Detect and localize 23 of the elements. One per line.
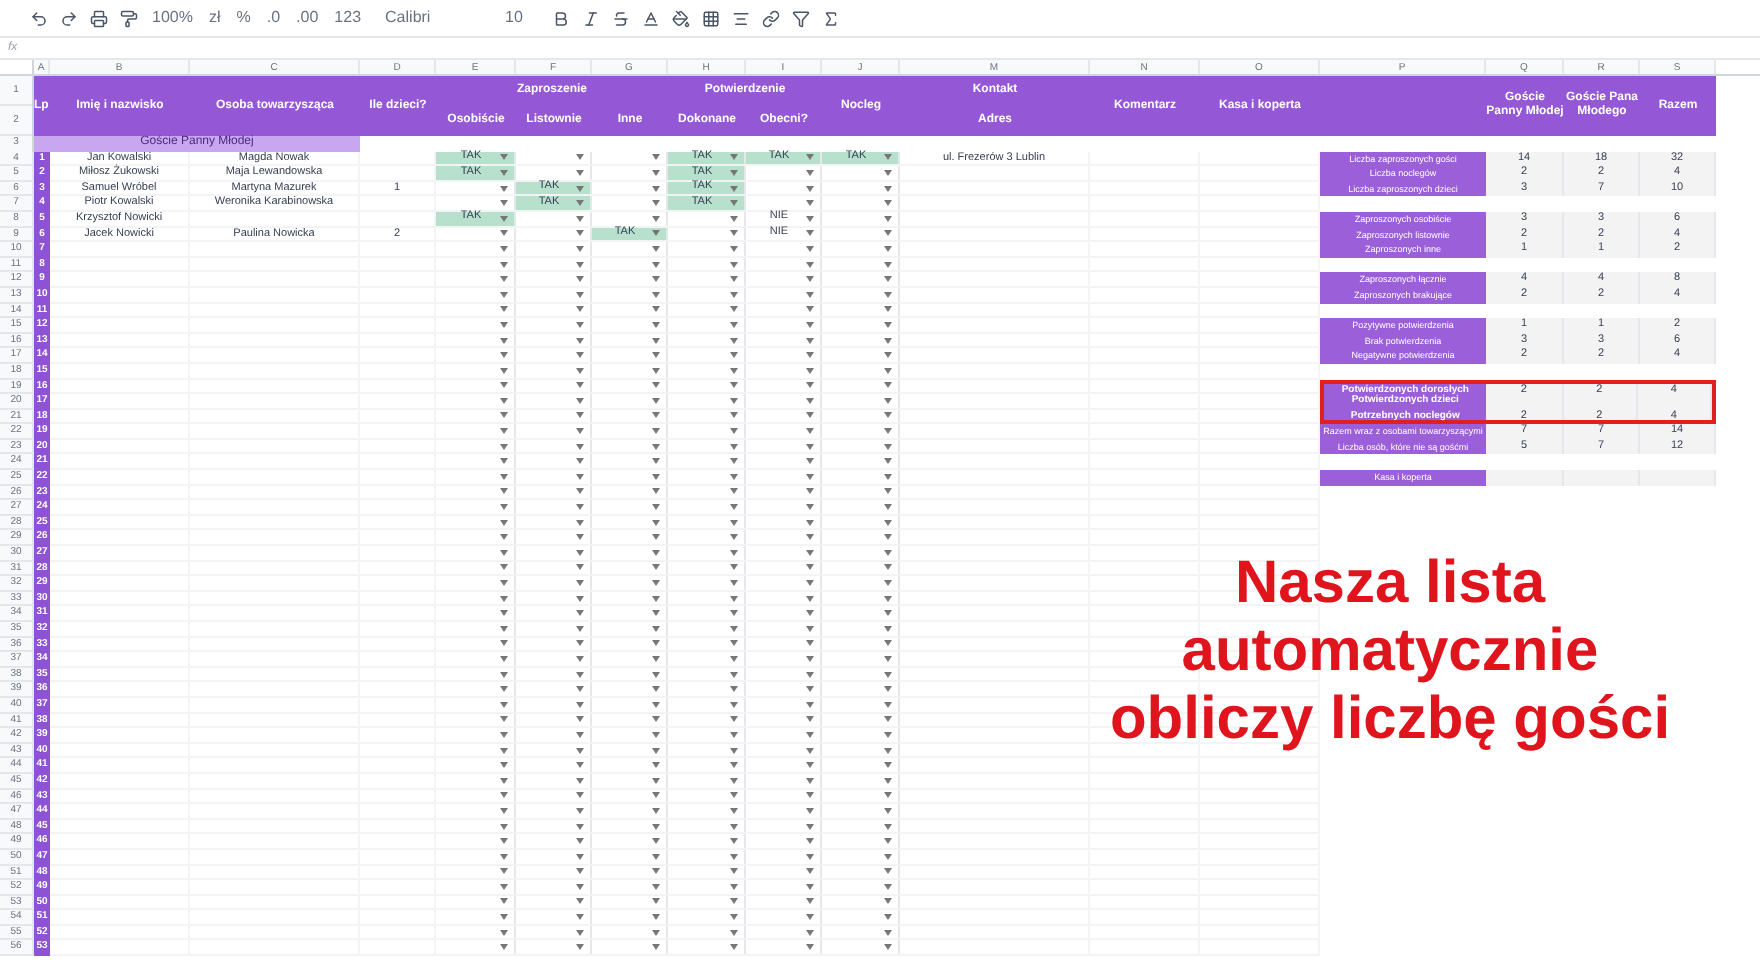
percent-button[interactable]: % [228,6,259,30]
format-select[interactable]: 123 [326,6,370,30]
print-icon[interactable] [90,9,108,27]
caption-text: Nasza lista automatycznie obliczy liczbę gości [1107,550,1673,754]
borders-icon[interactable] [701,9,720,27]
decrease-decimals-button[interactable]: .0 [258,6,289,30]
filter-icon[interactable] [791,9,810,27]
font-select[interactable]: Calibri [369,6,490,30]
link-icon[interactable] [761,9,780,27]
increase-decimals-button[interactable]: .00 [288,6,327,30]
undo-icon[interactable] [30,9,48,27]
functions-icon[interactable] [821,9,840,27]
bold-icon[interactable] [551,9,570,27]
font-size-select[interactable]: 10 [489,6,546,30]
text-color-icon[interactable] [641,9,660,27]
align-icon[interactable] [731,9,750,27]
redo-icon[interactable] [60,9,78,27]
italic-icon[interactable] [581,9,600,27]
paint-format-icon[interactable] [120,9,138,27]
fill-color-icon[interactable] [671,9,690,27]
currency-button[interactable]: zł [200,6,229,30]
strikethrough-icon[interactable] [611,9,630,27]
zoom-select[interactable]: 100% [144,6,201,30]
